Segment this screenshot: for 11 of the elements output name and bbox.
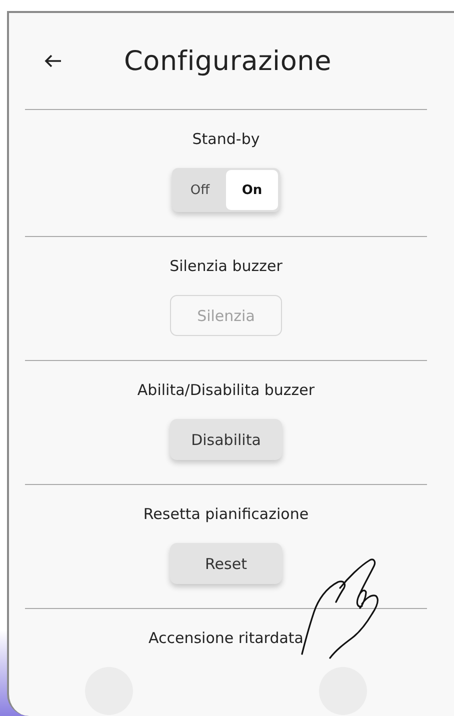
section-title: Resetta pianificazione bbox=[143, 505, 309, 523]
section-title: Accensione ritardata bbox=[148, 629, 304, 647]
section-title: Stand-by bbox=[192, 130, 260, 148]
action-button[interactable]: Disabilita bbox=[170, 419, 282, 460]
action-button[interactable]: Reset bbox=[170, 543, 282, 584]
section-title: Abilita/Disabilita buzzer bbox=[137, 381, 315, 399]
section-title: Silenzia buzzer bbox=[170, 257, 282, 275]
toggle-option[interactable]: On bbox=[226, 170, 278, 210]
back-arrow-icon[interactable] bbox=[44, 54, 62, 68]
screen-title: Configurazione bbox=[124, 46, 332, 76]
toggle-option[interactable]: Off bbox=[174, 170, 226, 210]
